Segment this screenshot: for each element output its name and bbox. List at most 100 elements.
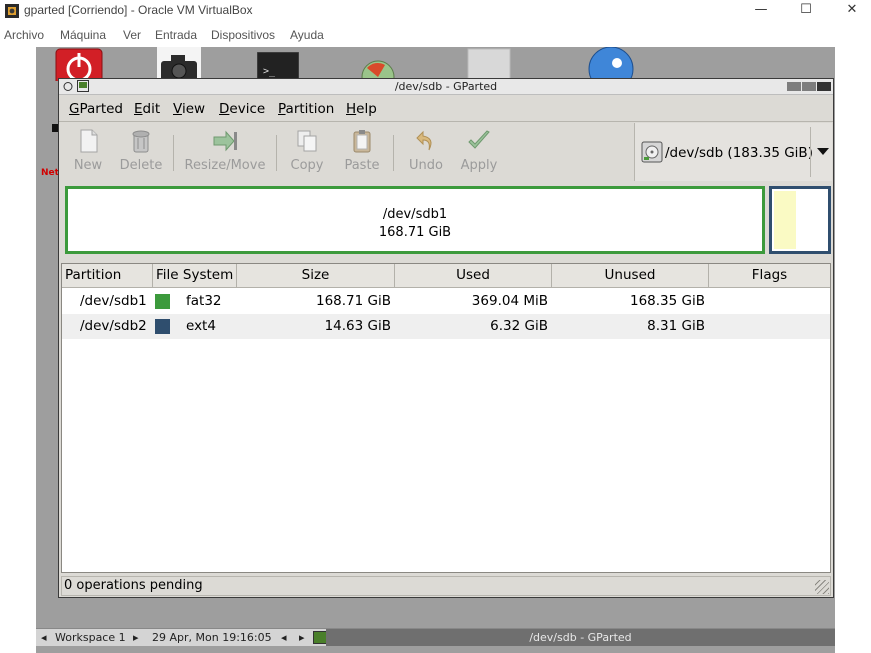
cell-partition: /dev/sdb2: [80, 318, 147, 334]
menu-edit[interactable]: Edit: [134, 101, 160, 117]
disk-map-partition-sdb1[interactable]: /dev/sdb1 168.71 GiB: [65, 186, 765, 254]
desktop-net-label-fragment: Net: [41, 168, 59, 178]
checkmark-icon: [468, 130, 490, 149]
copy-label: Copy: [290, 158, 324, 173]
globe-icon[interactable]: [585, 47, 637, 81]
blank-app-icon[interactable]: [467, 47, 511, 81]
menu-help[interactable]: Help: [346, 101, 377, 117]
paste-button[interactable]: Paste: [342, 128, 382, 173]
workspace-next-arrow-icon[interactable]: ▸: [133, 631, 139, 644]
clock-prev-arrow-icon[interactable]: ◂: [281, 631, 287, 644]
cell-unused: 8.31 GiB: [647, 318, 705, 334]
resize-move-label: Resize/Move: [184, 158, 266, 173]
device-selector[interactable]: /dev/sdb (183.35 GiB): [634, 123, 832, 181]
menu-gparted[interactable]: GParted: [69, 101, 123, 117]
apply-button[interactable]: Apply: [458, 128, 500, 173]
apply-label: Apply: [460, 158, 498, 173]
copy-button[interactable]: Copy: [287, 128, 327, 173]
gparted-close-button[interactable]: [817, 82, 831, 91]
taskbar-active-app[interactable]: /dev/sdb - GParted: [326, 629, 835, 646]
table-row[interactable]: /dev/sdb1 fat32 168.71 GiB 369.04 MiB 16…: [62, 289, 830, 314]
toolbar-separator: [173, 135, 174, 171]
disk-map-part-size: 168.71 GiB: [378, 225, 452, 240]
cell-size: 168.71 GiB: [315, 293, 391, 309]
column-header-partition[interactable]: Partition: [62, 264, 153, 288]
cell-used: 369.04 MiB: [471, 293, 548, 309]
svg-text:>_: >_: [263, 66, 276, 77]
table-row[interactable]: /dev/sdb2 ext4 14.63 GiB 6.32 GiB 8.31 G…: [62, 314, 830, 339]
host-window-title: gparted [Corriendo] - Oracle VM VirtualB…: [24, 3, 253, 17]
menu-dispositivos[interactable]: Dispositivos: [211, 28, 275, 42]
power-icon[interactable]: [55, 47, 103, 81]
gparted-toolbar: New Delete Resize/Move Copy Paste Undo A…: [59, 123, 633, 181]
minimize-button[interactable]: —: [738, 0, 784, 22]
terminal-icon[interactable]: >_: [257, 52, 299, 81]
column-header-size[interactable]: Size: [237, 264, 395, 288]
disk-map-used-space: [774, 191, 796, 249]
gparted-window-controls: [786, 82, 831, 97]
new-document-icon: [80, 129, 98, 153]
partition-list: Partition File System Size Used Unused F…: [61, 263, 831, 573]
close-button[interactable]: ✕: [829, 0, 871, 22]
statusbar: 0 operations pending: [61, 576, 831, 596]
column-header-flags[interactable]: Flags: [709, 264, 830, 288]
disk-map-part-name: /dev/sdb1: [382, 207, 448, 222]
gparted-window-title: /dev/sdb - GParted: [394, 80, 498, 93]
delete-label: Delete: [119, 158, 163, 173]
new-label: New: [73, 158, 103, 173]
toolbar-separator: [276, 135, 277, 171]
workspace-prev-arrow-icon[interactable]: ◂: [41, 631, 47, 644]
column-header-used[interactable]: Used: [395, 264, 552, 288]
workspace-label[interactable]: Workspace 1: [55, 631, 126, 644]
disk-map-partition-sdb2[interactable]: [769, 186, 831, 254]
menu-ayuda[interactable]: Ayuda: [290, 28, 324, 42]
copy-icon: [297, 130, 317, 152]
trash-icon: [132, 130, 150, 153]
menu-entrada[interactable]: Entrada: [155, 28, 197, 42]
host-menubar: Archivo Máquina Ver Entrada Dispositivos…: [0, 25, 871, 45]
gparted-minimize-button[interactable]: [787, 82, 801, 91]
menu-maquina[interactable]: Máquina: [60, 28, 106, 42]
gparted-titlebar[interactable]: /dev/sdb - GParted: [59, 79, 833, 95]
gparted-taskbar-icon: [313, 631, 327, 644]
camera-icon[interactable]: [157, 47, 201, 81]
device-selector-label: /dev/sdb (183.35 GiB): [665, 145, 813, 161]
cell-partition: /dev/sdb1: [80, 293, 147, 309]
menu-device[interactable]: Device: [219, 101, 265, 117]
gparted-maximize-button[interactable]: [802, 82, 816, 91]
delete-button[interactable]: Delete: [119, 128, 163, 173]
clock-next-arrow-icon[interactable]: ▸: [299, 631, 305, 644]
undo-button[interactable]: Undo: [406, 128, 446, 173]
gparted-menubar: GParted Edit View Device Partition Help: [59, 96, 833, 122]
menu-partition[interactable]: Partition: [278, 101, 334, 117]
partition-list-header: Partition File System Size Used Unused F…: [62, 264, 830, 288]
disk-map: /dev/sdb1 168.71 GiB: [61, 183, 833, 257]
fs-color-swatch: [155, 294, 170, 309]
column-header-unused[interactable]: Unused: [552, 264, 709, 288]
cell-used: 6.32 GiB: [490, 318, 548, 334]
undo-label: Undo: [409, 158, 443, 173]
menu-ver[interactable]: Ver: [123, 28, 141, 42]
toolbar-separator: [393, 135, 394, 171]
resize-arrow-icon: [213, 130, 237, 152]
clock[interactable]: 29 Apr, Mon 19:16:05: [152, 631, 272, 644]
cell-filesystem: ext4: [186, 318, 216, 334]
maximize-button[interactable]: ☐: [783, 0, 829, 22]
fs-color-swatch: [155, 319, 170, 334]
hard-disk-icon: [641, 141, 663, 163]
undo-arrow-icon: [416, 130, 432, 151]
cell-filesystem: fat32: [186, 293, 222, 309]
chevron-down-icon[interactable]: [810, 127, 832, 177]
column-header-filesystem[interactable]: File System: [153, 264, 237, 288]
status-text: 0 operations pending: [64, 578, 203, 593]
host-titlebar: gparted [Corriendo] - Oracle VM VirtualB…: [0, 0, 871, 22]
cell-unused: 168.35 GiB: [629, 293, 705, 309]
menu-view[interactable]: View: [173, 101, 205, 117]
menu-archivo[interactable]: Archivo: [4, 28, 44, 42]
clipboard-icon: [353, 130, 371, 153]
resize-grip-icon[interactable]: [815, 580, 829, 594]
guest-taskbar: ◂ Workspace 1 ▸ 29 Apr, Mon 19:16:05 ◂ ▸…: [36, 628, 835, 646]
resize-move-button[interactable]: Resize/Move: [183, 128, 267, 173]
cell-size: 14.63 GiB: [324, 318, 391, 334]
new-button[interactable]: New: [71, 128, 105, 173]
